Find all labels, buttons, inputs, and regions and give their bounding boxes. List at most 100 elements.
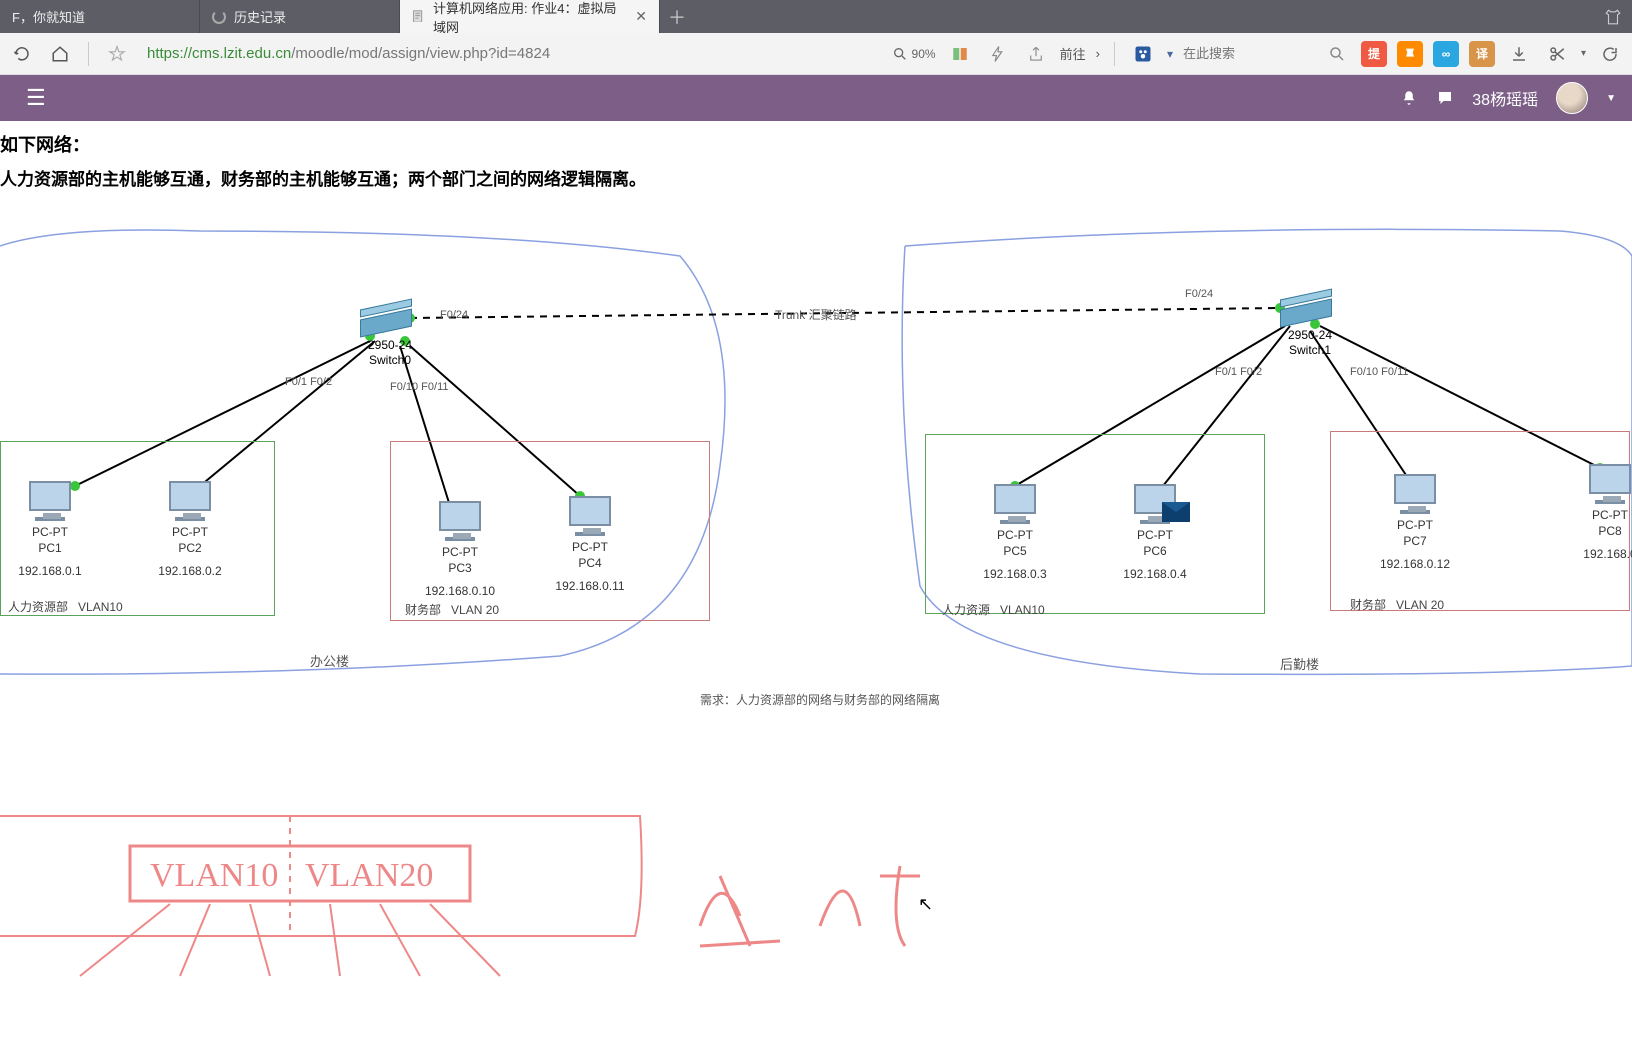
bell-icon[interactable]	[1400, 89, 1418, 107]
tab-label: 历史记录	[234, 7, 286, 26]
share-icon[interactable]	[1022, 40, 1050, 68]
close-icon[interactable]: ✕	[635, 8, 647, 25]
tshirt-icon[interactable]	[1604, 8, 1622, 26]
tab-0[interactable]: F，你就知道	[0, 0, 200, 33]
chevron-down-icon[interactable]: ▼	[1606, 93, 1616, 104]
pc-type: PC-PT	[997, 528, 1033, 542]
zoom-value: 90%	[912, 47, 936, 61]
pc-type: PC-PT	[32, 525, 68, 539]
pc-ip: 192.168.0.11	[545, 579, 635, 593]
trunk-label: Trunk 汇聚链路	[775, 306, 857, 323]
vlan-label: 人力资源部 VLAN10	[8, 598, 123, 615]
nav-text[interactable]: 前往	[1060, 44, 1086, 63]
vlan: VLAN 20	[451, 603, 499, 617]
switch-model: 2950-24	[368, 338, 412, 352]
pc6: PC-PTPC6 192.168.0.4	[1110, 484, 1200, 581]
pc-name: PC2	[178, 541, 201, 555]
pc4: PC-PT PC4 192.168.0.11	[545, 496, 635, 593]
port-label: F0/10 F0/11	[390, 381, 449, 393]
vlan: VLAN 20	[1396, 598, 1444, 612]
handwritten-sketch: VLAN10 VLAN20	[0, 806, 1632, 1051]
vlan-label: 财务部 VLAN 20	[1350, 596, 1444, 613]
hand-vlan10: VLAN10	[150, 857, 278, 894]
requirement-text: 需求：人力资源部的网络与财务部的网络隔离	[700, 691, 940, 708]
ext-icon-4[interactable]: 译	[1469, 41, 1495, 67]
port-label: F0/24	[440, 309, 468, 321]
reload-button[interactable]	[8, 40, 36, 68]
tab-bar-right	[1594, 0, 1632, 33]
zoom-indicator[interactable]: 90%	[892, 46, 936, 62]
switch0: 2950-24Switch0	[360, 306, 420, 368]
tab-1[interactable]: 历史记录	[200, 0, 400, 33]
bookmark-star-icon[interactable]	[103, 40, 131, 68]
chat-icon[interactable]	[1436, 89, 1454, 107]
pc-name: PC7	[1403, 534, 1426, 548]
username[interactable]: 38杨瑶瑶	[1472, 86, 1538, 110]
search-icon[interactable]	[1323, 40, 1351, 68]
pc-ip: 192.168.0.3	[970, 567, 1060, 581]
pc-type: PC-PT	[1397, 518, 1433, 532]
pc-ip: 192.168.0	[1565, 547, 1632, 561]
switch-model: 2950-24	[1288, 328, 1332, 342]
port-label: F0/1 F0/2	[285, 376, 332, 388]
hamburger-menu-icon[interactable]: ☰	[16, 81, 56, 115]
port-label: F0/24	[1185, 288, 1213, 300]
page-icon	[412, 10, 425, 24]
pc-name: PC4	[578, 556, 601, 570]
search-input[interactable]	[1183, 46, 1313, 61]
loading-icon	[212, 10, 226, 24]
pc5: PC-PT PC5 192.168.0.3	[970, 484, 1060, 581]
pc3: PC-PTPC3 192.168.0.10	[415, 501, 505, 598]
pc1: PC-PT PC1 192.168.0.1	[5, 481, 95, 578]
dropdown-caret-icon[interactable]: ▾	[1581, 48, 1586, 59]
pc-name: PC5	[1003, 544, 1026, 558]
hand-vlan20: VLAN20	[305, 857, 433, 894]
flash-icon[interactable]	[984, 40, 1012, 68]
page-content: 如下网络： 人力资源部的主机能够互通，财务部的主机能够互通；两个部门之间的网络逻…	[0, 121, 1632, 1051]
url-display[interactable]: https://cms.lzit.edu.cn/moodle/mod/assig…	[147, 45, 550, 62]
port-label: F0/10 F0/11	[1350, 366, 1409, 378]
pc-name: PC6	[1143, 544, 1166, 558]
url-host: https://cms.lzit.edu.cn	[147, 45, 291, 62]
heading: 如下网络：	[0, 127, 1632, 165]
pc-ip: 192.168.0.1	[5, 564, 95, 578]
avatar[interactable]	[1556, 82, 1588, 114]
home-button[interactable]	[46, 40, 74, 68]
vlan: VLAN10	[1000, 603, 1045, 617]
tab-2-active[interactable]: 计算机网络应用: 作业4：虚拟局域网 ✕	[400, 0, 660, 33]
paw-icon[interactable]	[1129, 40, 1157, 68]
description: 人力资源部的主机能够互通，财务部的主机能够互通；两个部门之间的网络逻辑隔离。	[0, 165, 1632, 206]
new-tab-button[interactable]: ＋	[660, 0, 694, 33]
dept: 人力资源	[942, 603, 990, 617]
reader-icon[interactable]	[946, 40, 974, 68]
ext-icon-1[interactable]: 提	[1361, 41, 1387, 67]
url-path: /moodle/mod/assign/view.php?id=4824	[291, 45, 550, 62]
pc-ip: 192.168.0.2	[145, 564, 235, 578]
download-icon[interactable]	[1505, 40, 1533, 68]
switch-name: Switch1	[1289, 343, 1331, 357]
vlan-label: 人力资源 VLAN10	[942, 601, 1045, 618]
separator	[1114, 42, 1115, 66]
separator	[88, 42, 89, 66]
vlan: VLAN10	[78, 600, 123, 614]
vlan-label: 财务部 VLAN 20	[405, 601, 499, 618]
envelope-icon	[1162, 502, 1190, 522]
chevron-right-icon[interactable]: ›	[1096, 46, 1100, 61]
dropdown-caret-icon[interactable]: ▾	[1167, 47, 1173, 61]
port-label: F0/1 F0/2	[1215, 366, 1262, 378]
pc-type: PC-PT	[1137, 528, 1173, 542]
scissors-icon[interactable]	[1543, 40, 1571, 68]
dept: 财务部	[405, 603, 441, 617]
ext-icon-3[interactable]: ∞	[1433, 41, 1459, 67]
ext-icon-2[interactable]	[1397, 41, 1423, 67]
pc-ip: 192.168.0.12	[1370, 557, 1460, 571]
network-diagram: 2950-24Switch0 2950-24Switch1 F0/1 F0/2 …	[0, 206, 1632, 766]
pc-type: PC-PT	[572, 540, 608, 554]
pc-name: PC1	[38, 541, 61, 555]
app-header: ☰ 38杨瑶瑶 ▼	[0, 75, 1632, 121]
dept: 财务部	[1350, 598, 1386, 612]
pc7: PC-PT PC7 192.168.0.12	[1370, 474, 1460, 571]
address-bar: https://cms.lzit.edu.cn/moodle/mod/assig…	[0, 33, 1632, 75]
restore-icon[interactable]	[1596, 40, 1624, 68]
building-label: 后勤楼	[1280, 654, 1319, 673]
